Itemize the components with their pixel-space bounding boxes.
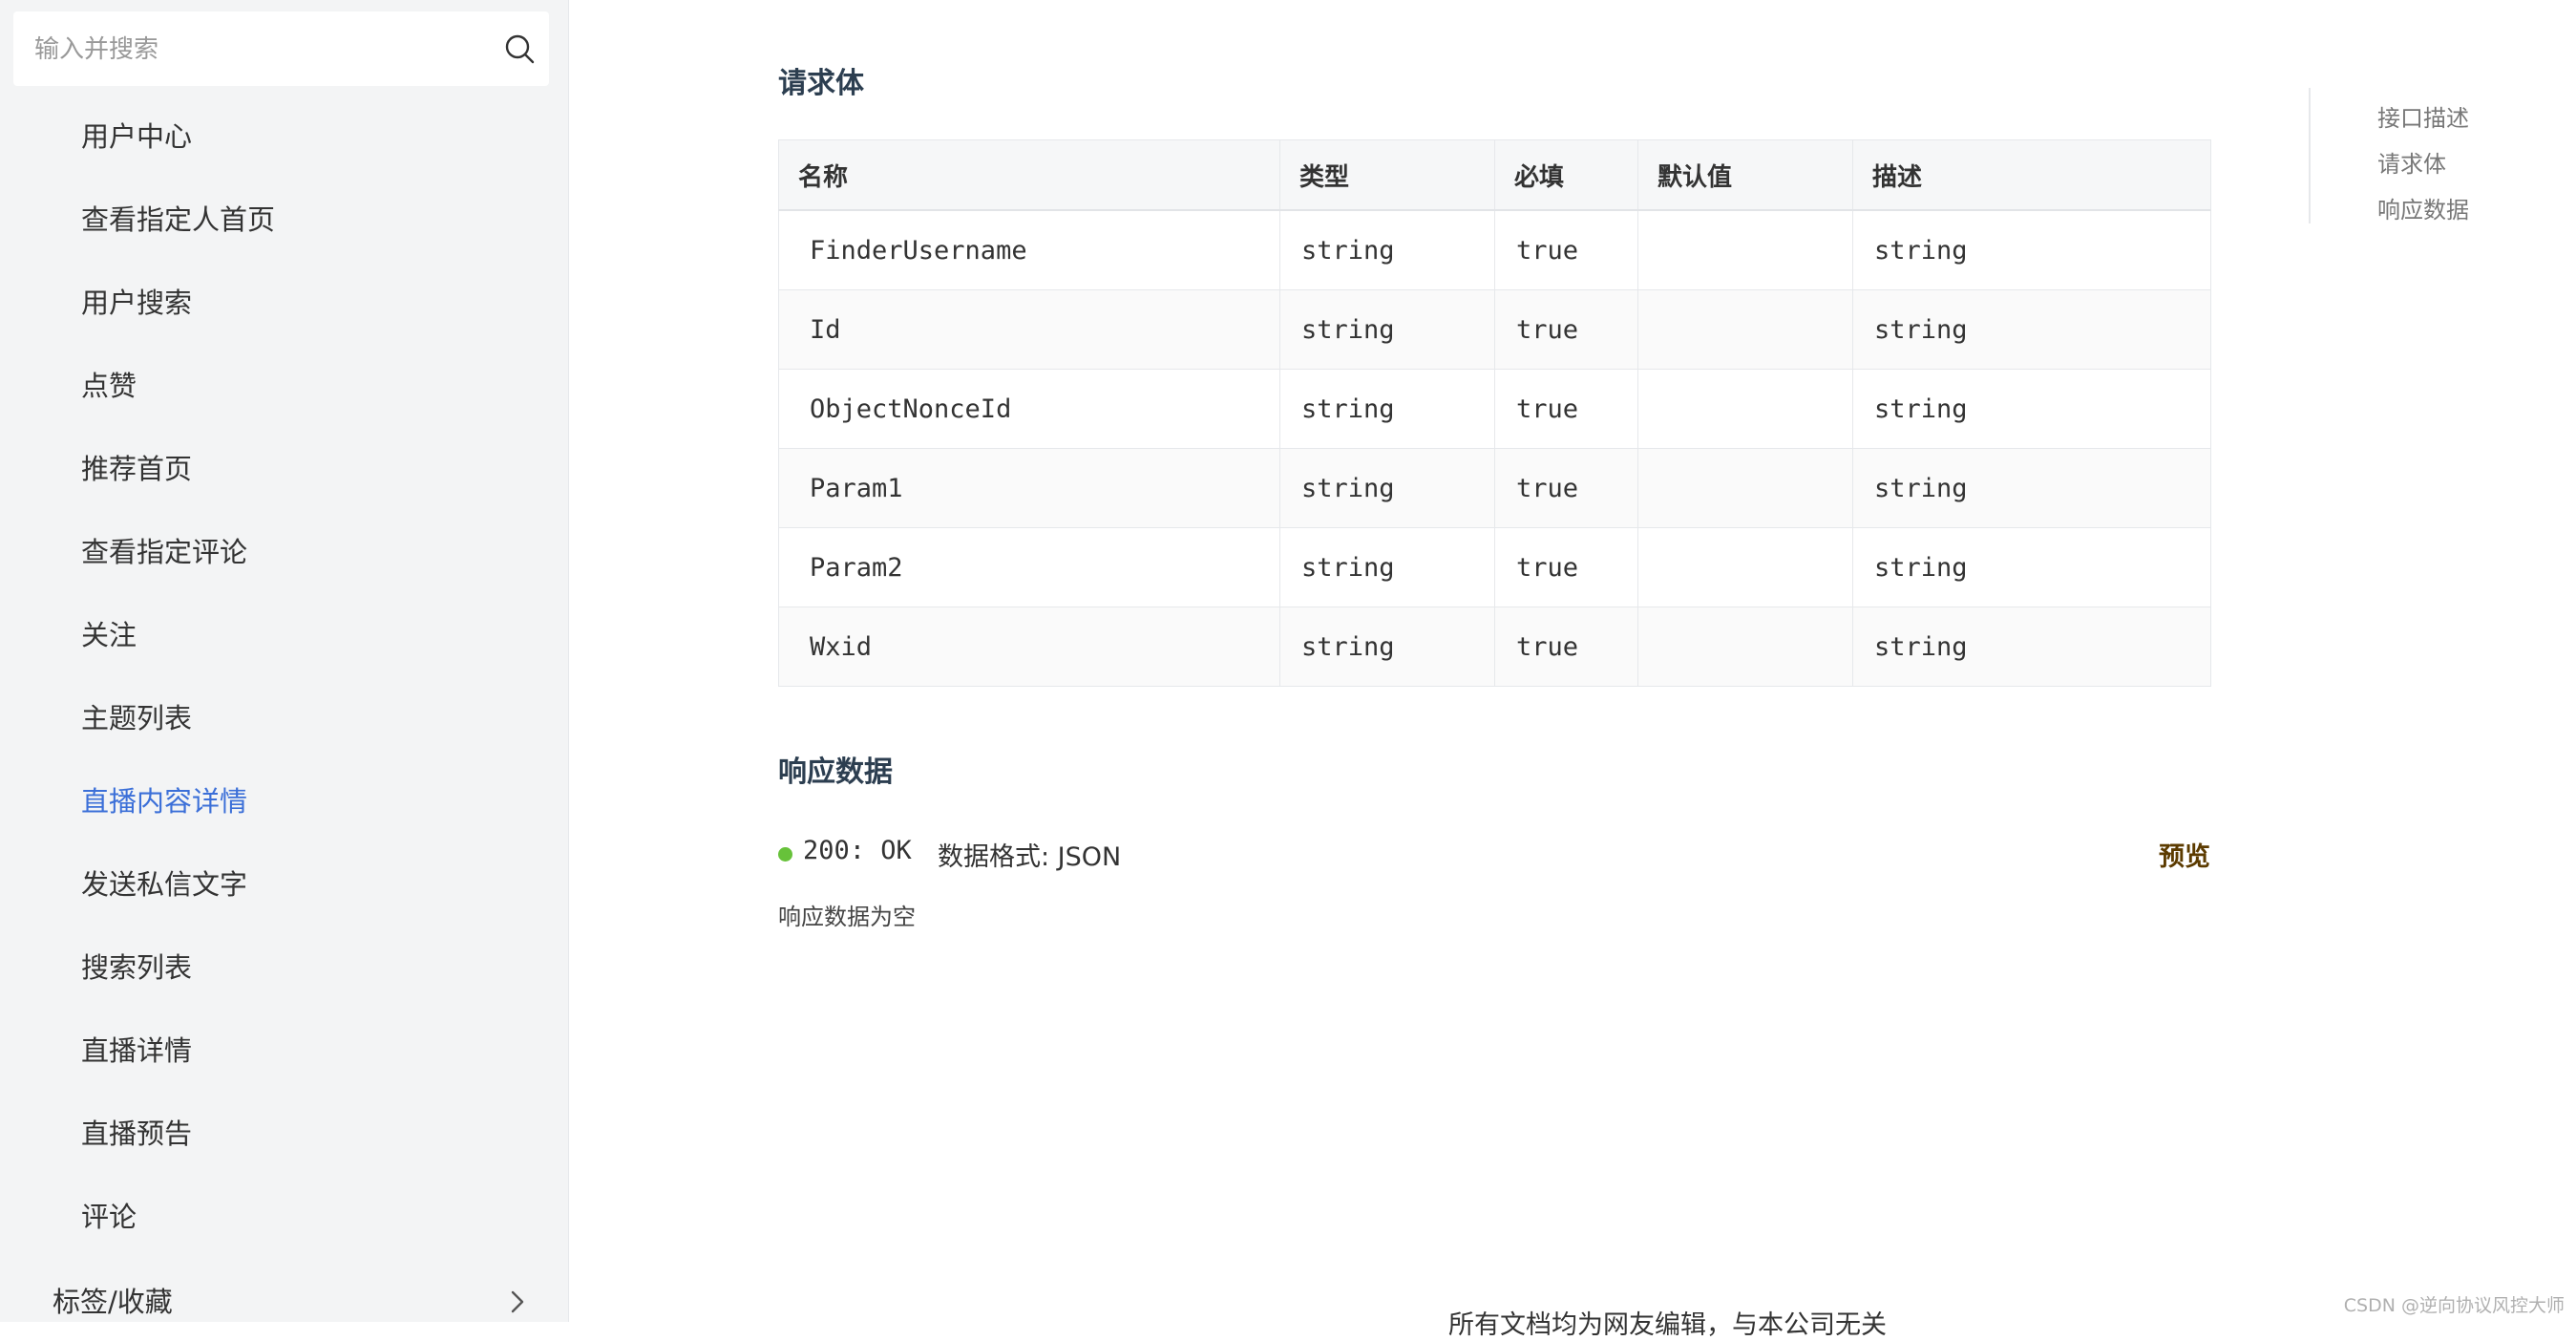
response-empty-note: 响应数据为空 [778,904,916,930]
preview-button[interactable]: 预览 [2159,836,2210,873]
param-name: Param2 [778,527,1280,607]
param-type: string [1279,607,1495,687]
param-required: true [1494,607,1638,687]
param-required: true [1494,527,1638,607]
toc-item-request-body[interactable]: 请求体 [2377,145,2446,179]
chevron-right-icon [511,1290,524,1313]
param-description: string [1852,607,2211,687]
param-default [1637,448,1853,528]
sidebar-nav: 用户中心 查看指定人首页 用户搜索 点赞 推荐首页 查看指定评论 关注 主题列表… [0,96,568,1259]
table-row: Param1 string true string [778,448,2211,528]
param-description: string [1852,527,2211,607]
sidebar-item-recommend-home[interactable]: 推荐首页 [0,428,568,511]
sidebar-item-like[interactable]: 点赞 [0,345,568,428]
param-type: string [1279,369,1495,449]
param-required: true [1494,289,1638,370]
request-body-title: 请求体 [778,67,864,100]
param-type: string [1279,527,1495,607]
param-name: ObjectNonceId [778,369,1280,449]
sidebar-item-live-detail[interactable]: 直播详情 [0,1010,568,1093]
param-description: string [1852,369,2211,449]
toc-item-interface-description[interactable]: 接口描述 [2377,99,2469,133]
sidebar-item-live-preview[interactable]: 直播预告 [0,1093,568,1176]
param-name: FinderUsername [778,210,1280,290]
column-header-default: 默认值 [1637,139,1853,211]
param-default [1637,527,1853,607]
sidebar-group-tags-favorites[interactable]: 标签/收藏 [0,1261,568,1322]
response-status-row: 200: OK 数据格式: JSON 预览 [778,834,2210,872]
sidebar-item-send-private-message[interactable]: 发送私信文字 [0,843,568,926]
param-description: string [1852,448,2211,528]
column-header-name: 名称 [778,139,1280,211]
sidebar-item-user-center[interactable]: 用户中心 [0,96,568,179]
param-name: Id [778,289,1280,370]
param-required: true [1494,210,1638,290]
param-type: string [1279,289,1495,370]
sidebar-item-view-comment[interactable]: 查看指定评论 [0,511,568,594]
request-params-table: 名称 类型 必填 默认值 描述 FinderUsername string tr… [778,139,2211,687]
table-row: Id string true string [778,289,2211,370]
toc-item-response-data[interactable]: 响应数据 [2377,191,2469,224]
sidebar-item-live-content-detail[interactable]: 直播内容详情 [0,760,568,843]
param-default [1637,210,1853,290]
table-row: Wxid string true string [778,607,2211,687]
column-header-required: 必填 [1494,139,1638,211]
param-name: Wxid [778,607,1280,687]
sidebar-item-search-list[interactable]: 搜索列表 [0,926,568,1010]
data-format: 数据格式: JSON [938,842,1122,872]
sidebar-group-label: 标签/收藏 [53,1286,173,1318]
sidebar-item-user-search[interactable]: 用户搜索 [0,262,568,345]
watermark: CSDN @逆向协议风控大师 [2343,1295,2565,1316]
param-default [1637,369,1853,449]
param-name: Param1 [778,448,1280,528]
param-default [1637,607,1853,687]
sidebar-item-view-user-home[interactable]: 查看指定人首页 [0,179,568,262]
search-icon[interactable] [503,32,536,65]
sidebar-item-follow[interactable]: 关注 [0,594,568,677]
status-dot-icon [778,847,792,862]
param-required: true [1494,448,1638,528]
footer-disclaimer: 所有文档均为网友编辑，与本公司无关 [1448,1310,1887,1340]
sidebar-item-comment[interactable]: 评论 [0,1176,568,1259]
response-data-title: 响应数据 [778,756,893,789]
table-row: Param2 string true string [778,527,2211,607]
column-header-type: 类型 [1279,139,1495,211]
param-type: string [1279,448,1495,528]
sidebar: 用户中心 查看指定人首页 用户搜索 点赞 推荐首页 查看指定评论 关注 主题列表… [0,0,569,1322]
table-row: FinderUsername string true string [778,210,2211,290]
table-row: ObjectNonceId string true string [778,369,2211,449]
search-input[interactable] [32,11,485,88]
param-default [1637,289,1853,370]
column-header-description: 描述 [1852,139,2211,211]
table-header-row: 名称 类型 必填 默认值 描述 [778,139,2211,211]
param-type: string [1279,210,1495,290]
param-required: true [1494,369,1638,449]
param-description: string [1852,289,2211,370]
param-description: string [1852,210,2211,290]
table-of-contents: 接口描述 请求体 响应数据 [2309,88,2502,224]
search-box [13,11,549,88]
status-code: 200: OK [803,836,912,865]
sidebar-item-topic-list[interactable]: 主题列表 [0,677,568,760]
